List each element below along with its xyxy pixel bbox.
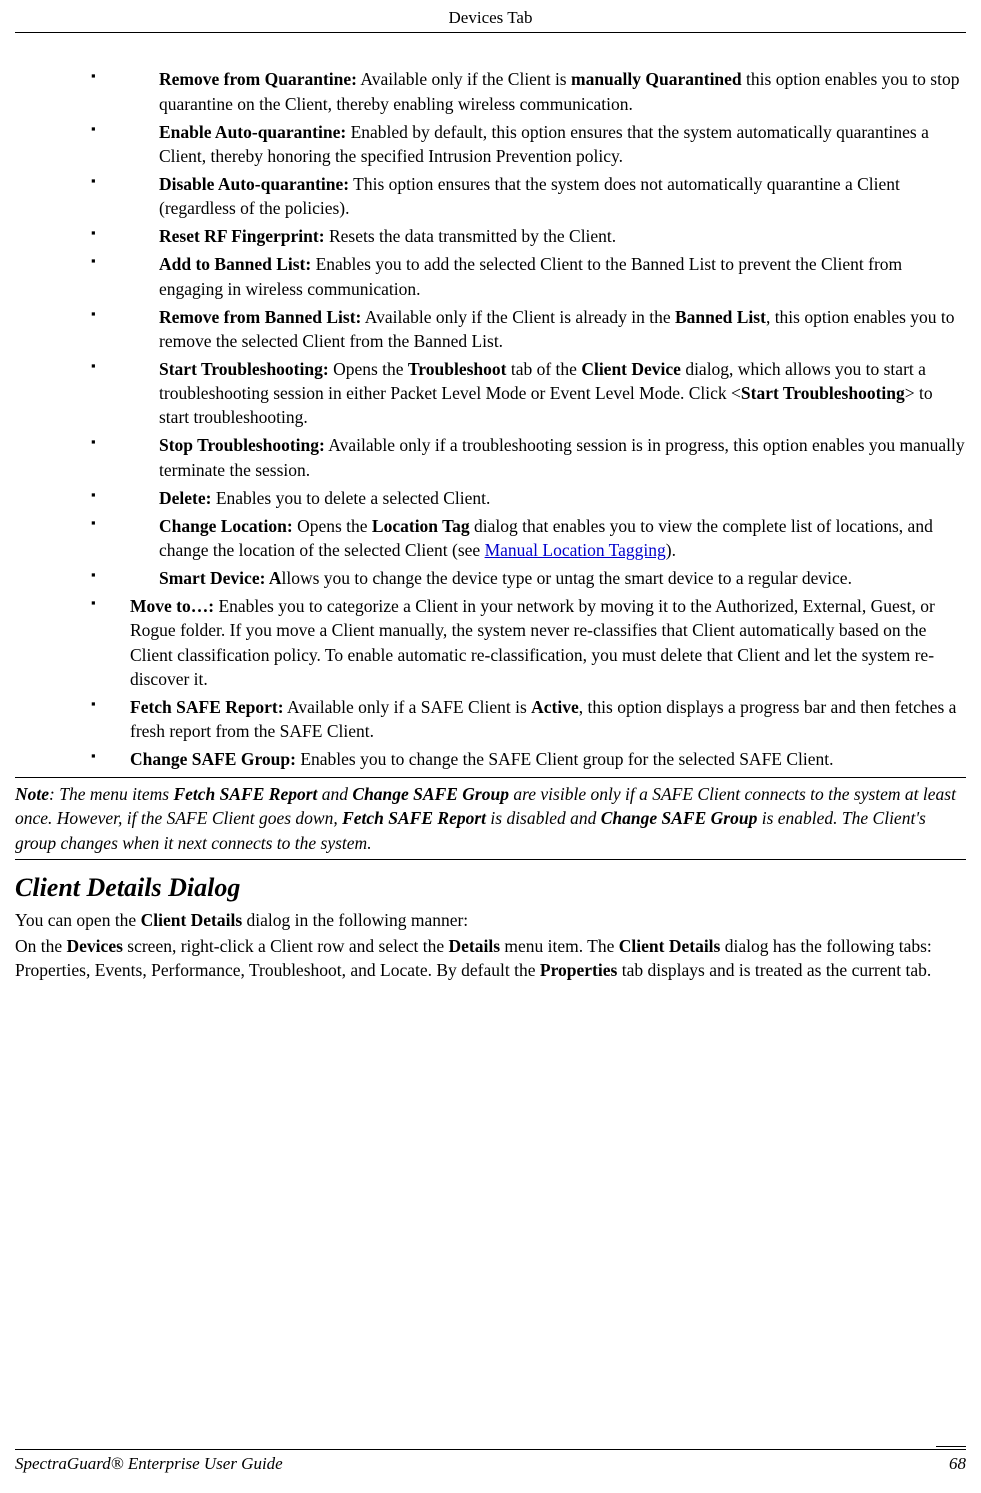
bold-text: Troubleshoot bbox=[408, 359, 507, 379]
item-label: Reset RF Fingerprint: bbox=[159, 226, 325, 246]
bold-text: Client Details bbox=[619, 936, 721, 956]
page-header: Devices Tab bbox=[15, 0, 966, 33]
bold-text: Change SAFE Group bbox=[352, 784, 509, 804]
list-item: Fetch SAFE Report: Available only if a S… bbox=[15, 695, 966, 743]
list-item: Enable Auto-quarantine: Enabled by defau… bbox=[15, 120, 966, 168]
bullet-list: Remove from Quarantine: Available only i… bbox=[15, 67, 966, 771]
note-label: Note bbox=[15, 784, 49, 804]
item-label: Delete: bbox=[159, 488, 211, 508]
item-label: Remove from Banned List: bbox=[159, 307, 361, 327]
bold-text: Change SAFE Group bbox=[601, 808, 758, 828]
footer-line: SpectraGuard® Enterprise User Guide 68 bbox=[15, 1449, 966, 1475]
list-item: Remove from Banned List: Available only … bbox=[15, 305, 966, 353]
item-label: Move to…: bbox=[130, 596, 214, 616]
item-label: Disable Auto-quarantine: bbox=[159, 174, 349, 194]
list-item: Reset RF Fingerprint: Resets the data tr… bbox=[15, 224, 966, 248]
list-item: Stop Troubleshooting: Available only if … bbox=[15, 433, 966, 481]
list-item: Start Troubleshooting: Opens the Trouble… bbox=[15, 357, 966, 429]
bold-text: manually Quarantined bbox=[571, 69, 742, 89]
bold-text: Active bbox=[531, 697, 579, 717]
bold-text: Location Tag bbox=[372, 516, 470, 536]
note-block: Note: The menu items Fetch SAFE Report a… bbox=[15, 778, 966, 859]
page: Devices Tab Remove from Quarantine: Avai… bbox=[0, 0, 981, 1493]
list-item: Change Location: Opens the Location Tag … bbox=[15, 514, 966, 562]
bold-text: Start Troubleshooting bbox=[741, 383, 905, 403]
section-paragraph-2: On the Devices screen, right-click a Cli… bbox=[15, 934, 966, 982]
item-label: Add to Banned List: bbox=[159, 254, 311, 274]
footer: SpectraGuard® Enterprise User Guide 68 bbox=[15, 1449, 966, 1475]
footer-title: SpectraGuard® Enterprise User Guide bbox=[15, 1452, 283, 1475]
section-heading: Client Details Dialog bbox=[15, 870, 966, 906]
bold-text: Devices bbox=[67, 936, 123, 956]
item-label: Change SAFE Group: bbox=[130, 749, 296, 769]
link[interactable]: Manual Location Tagging bbox=[485, 540, 666, 560]
header-title: Devices Tab bbox=[449, 8, 533, 27]
section-paragraph-1: You can open the Client Details dialog i… bbox=[15, 908, 966, 932]
list-item: Change SAFE Group: Enables you to change… bbox=[15, 747, 966, 771]
list-item: Move to…: Enables you to categorize a Cl… bbox=[15, 594, 966, 691]
list-item: Delete: Enables you to delete a selected… bbox=[15, 486, 966, 510]
item-label: Stop Troubleshooting: bbox=[159, 435, 325, 455]
item-label: Smart Device: A bbox=[159, 568, 281, 588]
item-label: Start Troubleshooting: bbox=[159, 359, 329, 379]
list-item: Remove from Quarantine: Available only i… bbox=[15, 67, 966, 115]
bold-text: Properties bbox=[540, 960, 617, 980]
item-label: Remove from Quarantine: bbox=[159, 69, 357, 89]
note-text: : The menu items Fetch SAFE Report and C… bbox=[15, 784, 956, 852]
item-label: Enable Auto-quarantine: bbox=[159, 122, 346, 142]
list-item: Disable Auto-quarantine: This option ens… bbox=[15, 172, 966, 220]
footer-short-rule bbox=[936, 1446, 966, 1447]
content: Remove from Quarantine: Available only i… bbox=[15, 67, 966, 982]
bold-text: Fetch SAFE Report bbox=[342, 808, 486, 828]
bold-text: Client Device bbox=[581, 359, 681, 379]
footer-page-number: 68 bbox=[949, 1452, 966, 1475]
list-item: Add to Banned List: Enables you to add t… bbox=[15, 252, 966, 300]
bold-text: Client Details bbox=[141, 910, 243, 930]
bold-text: Banned List bbox=[675, 307, 766, 327]
bold-text: Fetch SAFE Report bbox=[173, 784, 317, 804]
item-label: Fetch SAFE Report: bbox=[130, 697, 284, 717]
item-label: Change Location: bbox=[159, 516, 293, 536]
bold-text: Details bbox=[448, 936, 500, 956]
list-item: Smart Device: Allows you to change the d… bbox=[15, 566, 966, 590]
